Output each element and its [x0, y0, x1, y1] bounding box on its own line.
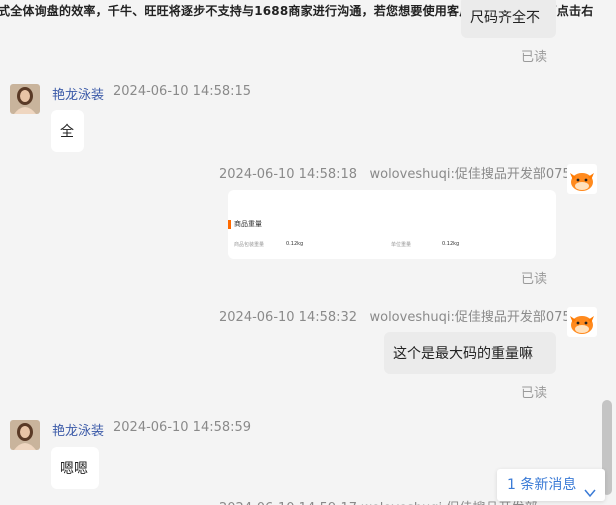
message-timestamp: 2024-06-10 14:58:18 [219, 167, 358, 182]
buyer-avatar[interactable] [567, 307, 597, 337]
read-status: 已读 [521, 272, 548, 287]
new-messages-button[interactable]: 1 条新消息 [497, 469, 605, 501]
message-text: 全 [60, 124, 74, 140]
card-title: 商品重量 [234, 220, 262, 228]
sender-name: woloveshuqi:促佳搜品开发部075 [369, 167, 571, 182]
message-timestamp: 2024-06-10 14:58:15 [113, 84, 252, 99]
sender-name: woloveshuqi:促佳搜品开发部075 [369, 310, 571, 325]
message-bubble-incoming: 嗯嗯 [51, 447, 99, 489]
sender-name[interactable]: 艳龙泳装 [52, 420, 104, 439]
message-timestamp: 2024-06-10 14:58:59 [113, 420, 252, 435]
read-status: 已读 [521, 50, 548, 65]
message-timestamp: 2024-06-10 14:58:32 [219, 310, 358, 325]
message-bubble-outgoing: 尺码齐全不 [461, 0, 556, 38]
card-field-value: 0.12kg [442, 241, 460, 247]
message-meta-partial: 2024-06-10 14:59:17 woloveshuqi:促佳搜品开发部 [219, 497, 538, 505]
message-bubble-outgoing: 这个是最大码的重量嘛 [384, 332, 556, 374]
read-status: 已读 [521, 386, 548, 401]
seller-avatar[interactable] [10, 84, 40, 114]
card-field-label: 单位重量 [391, 242, 412, 248]
message-meta: 2024-06-10 14:58:18 woloveshuqi:促佳搜品开发部0… [219, 163, 571, 182]
card-field-label: 商品包装重量 [234, 242, 265, 248]
new-messages-label: 1 条新消息 [507, 477, 577, 493]
message-meta: 2024-06-10 14:58:32 woloveshuqi:促佳搜品开发部0… [219, 306, 571, 325]
message-text: 这个是最大码的重量嘛 [393, 346, 533, 362]
product-weight-card[interactable]: 商品重量 商品包装重量 0.12kg 单位重量 0.12kg [228, 190, 556, 259]
message-text: 尺码齐全不 [470, 10, 540, 26]
buyer-avatar[interactable] [567, 164, 597, 194]
card-field-value: 0.12kg [286, 241, 304, 247]
sender-name[interactable]: 艳龙泳装 [52, 84, 104, 103]
chat-message-area: 式全体询盘的效率，千牛、旺旺将逐步不支持与1688商家进行沟通，若您想要使用客户… [0, 0, 616, 505]
chevron-down-icon [584, 479, 596, 505]
message-text: 嗯嗯 [60, 461, 88, 477]
seller-avatar[interactable] [10, 420, 40, 450]
card-accent-bar [228, 220, 231, 229]
message-bubble-incoming: 全 [51, 110, 84, 152]
